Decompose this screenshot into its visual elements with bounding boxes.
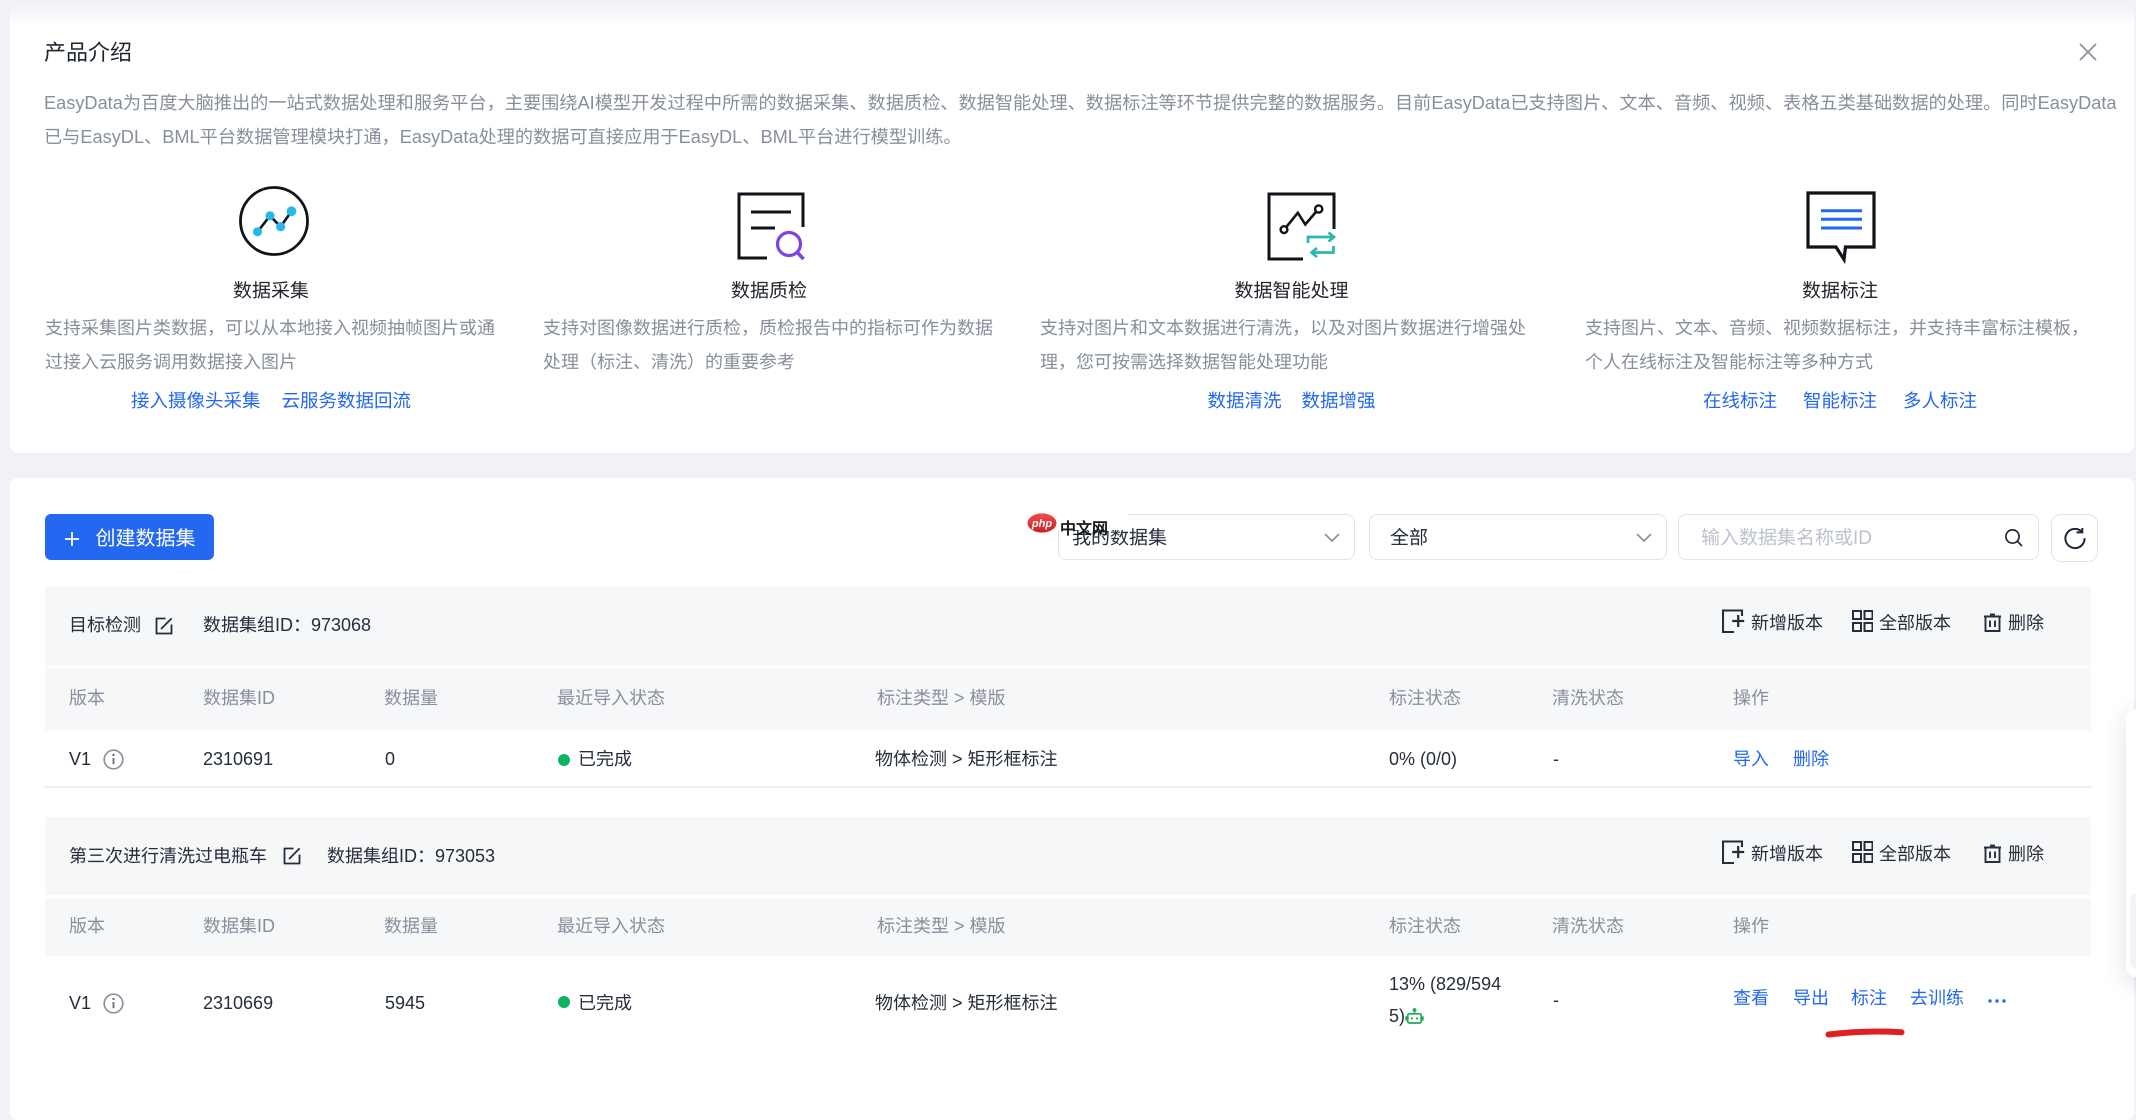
svg-text:php: php <box>1031 518 1052 530</box>
